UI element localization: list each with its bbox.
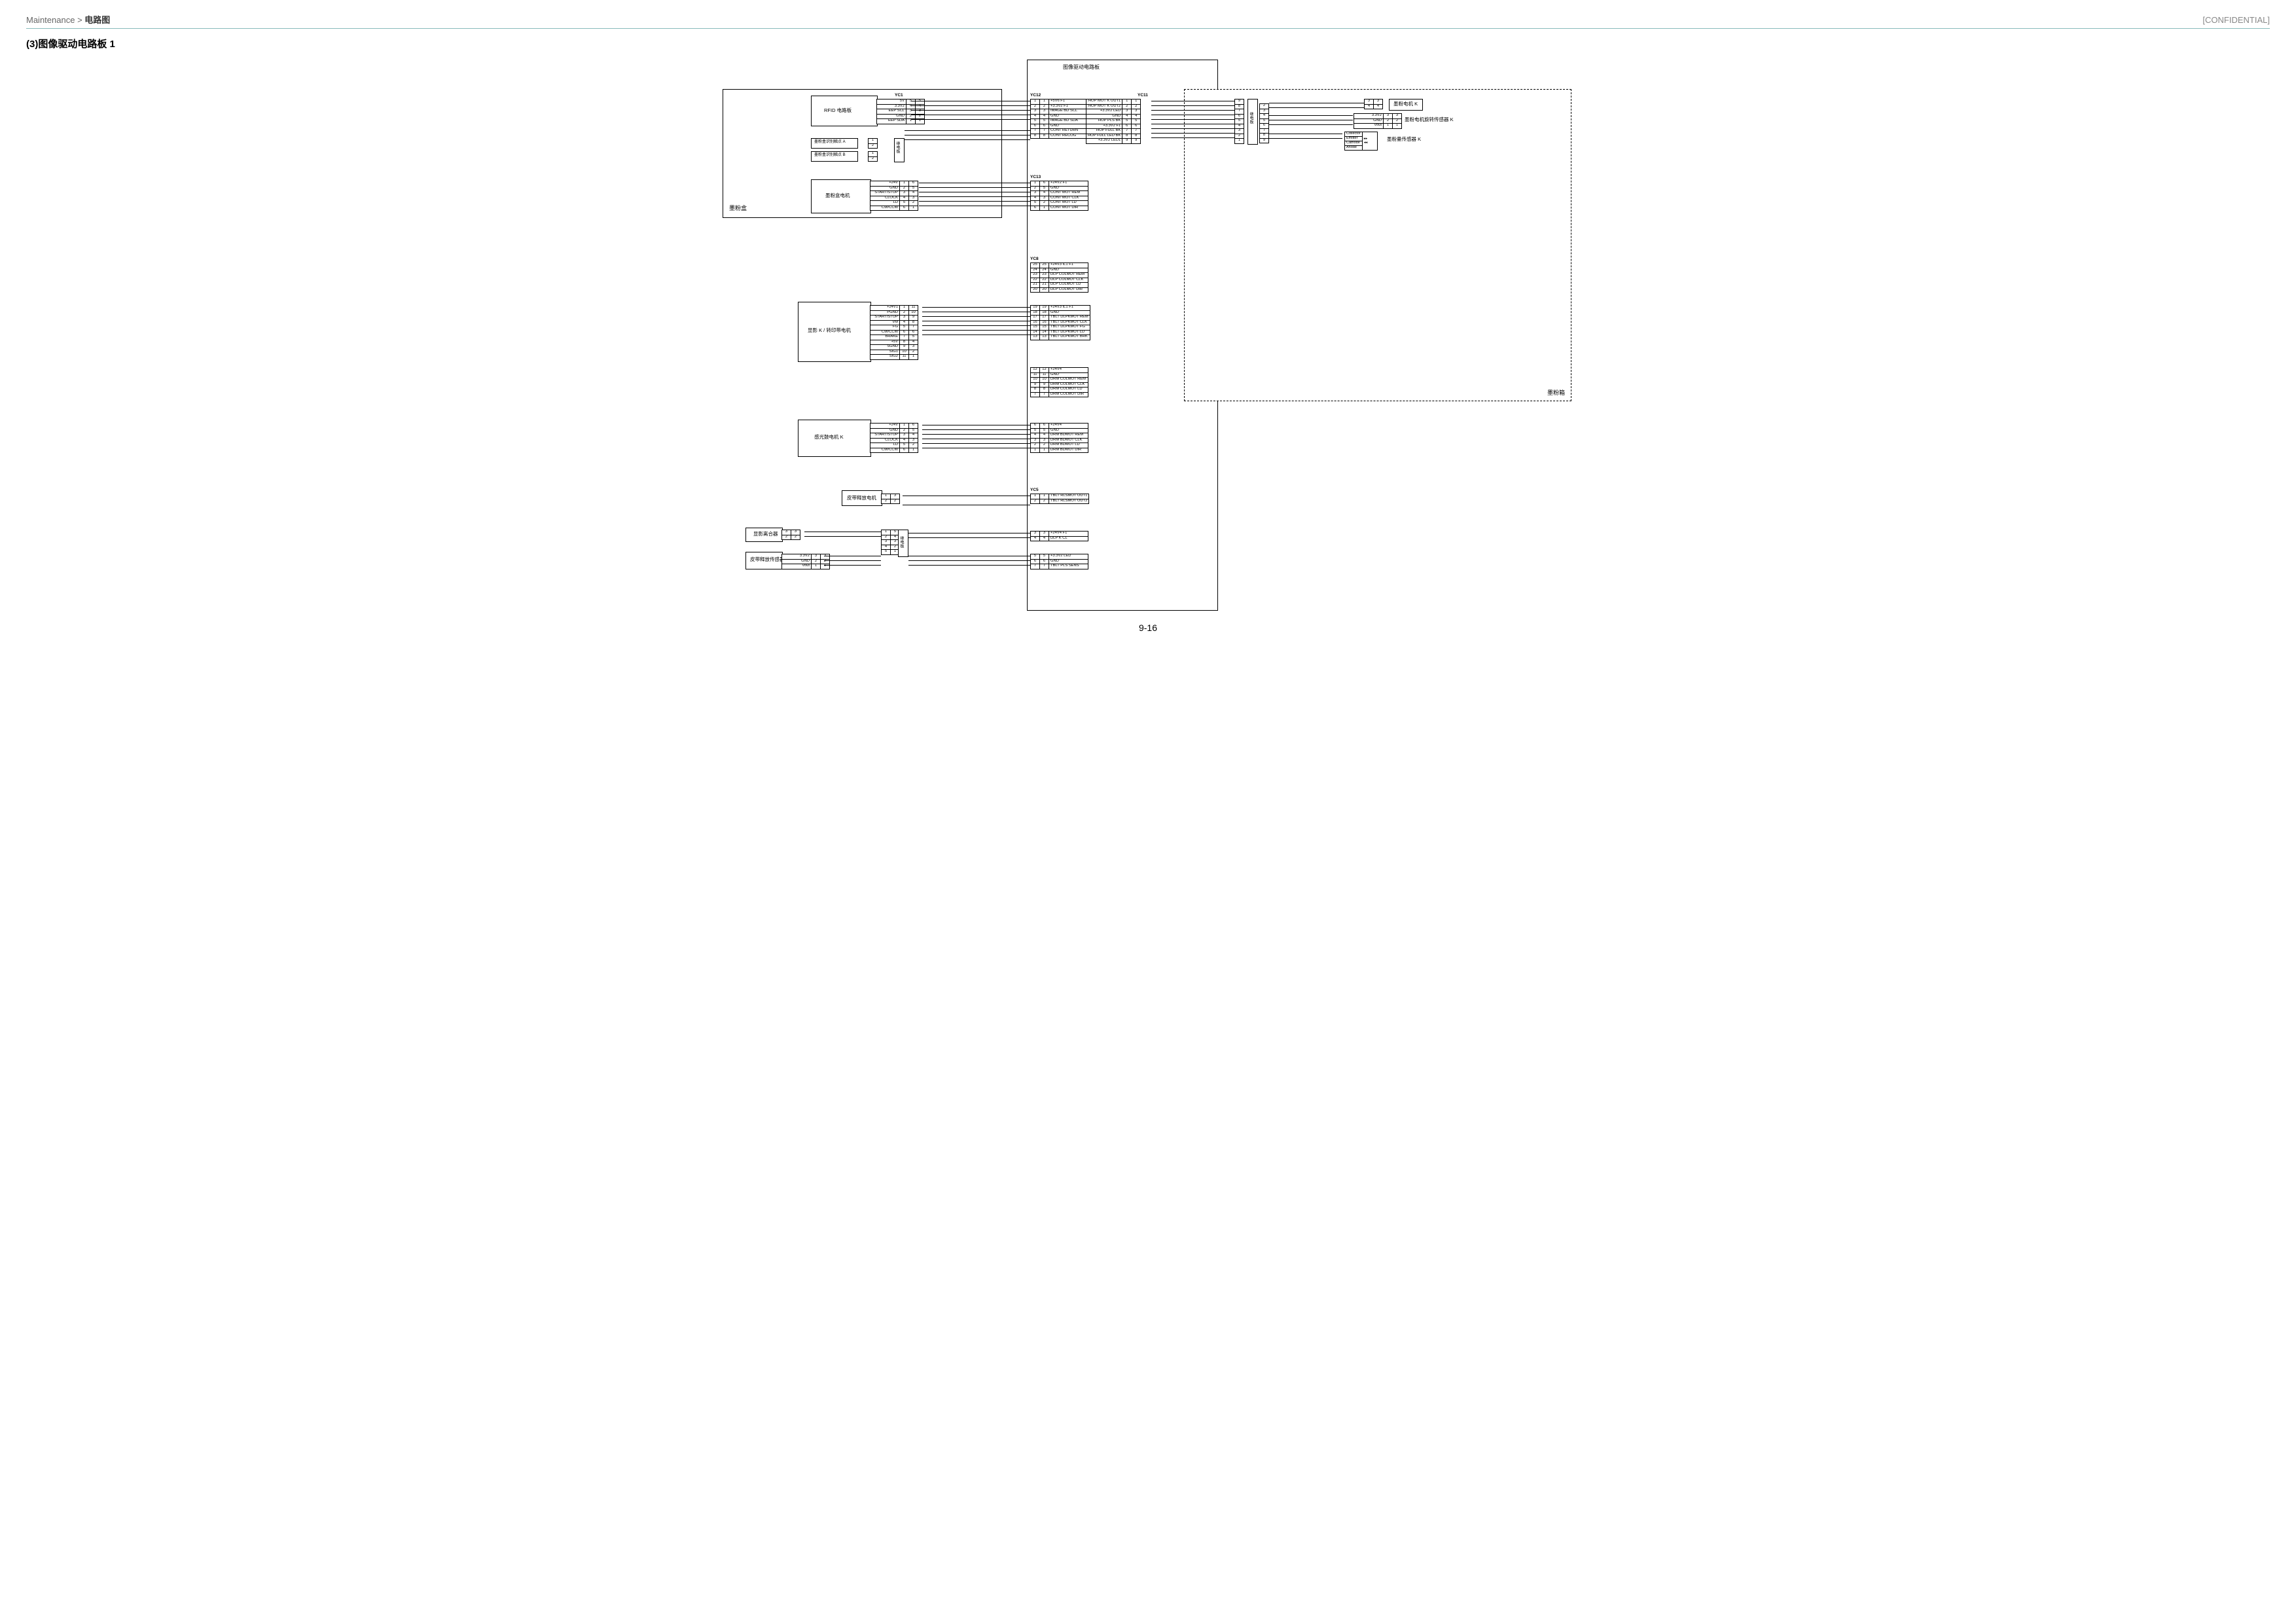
pin-table-left-relay: 1524334251 — [881, 530, 900, 555]
relay-right-label: 继电板 — [1249, 112, 1253, 124]
pin-table-yc8-g2: 1212+24V41111GND1010DRM COLMOT REM99DRM … — [1030, 367, 1088, 397]
toner-motor-label: 墨粉盒电机 — [825, 193, 850, 198]
pin-table-toner-motor: +24V16GND25START/STOP34CLOCK43LD52CW/CCW… — [870, 181, 918, 211]
rfid-pcb-label: RFID 电路板 — [824, 108, 852, 113]
confidential-label: [CONFIDENTIAL] — [2202, 15, 2270, 25]
pin-table-belt-release: 1322 — [881, 494, 900, 504]
conn-yc1-label: YC1 — [895, 94, 903, 98]
toner-rotation-sensor-k-label: 墨粉电机旋转传感器 K — [1405, 117, 1454, 122]
breadcrumb-parent: Maintenance — [26, 15, 75, 25]
pin-table-belt-sensor: 3.3V233GND22Vout11 — [781, 554, 830, 569]
toner-detect-b-label: 墨粉盒识别触点 B — [814, 153, 846, 157]
conn-yc12-label: YC12 — [1030, 94, 1041, 98]
pin-table-sensor-rot: 3.3V233GND22Vout11 — [1354, 113, 1402, 129]
dev-clutch-label: 显影离合器 — [753, 532, 778, 537]
circuit-diagram: 图像驱动电路板 墨粉盒 墨粉箱 RFID 电路板 YC1 5V553.3V244… — [696, 60, 1600, 609]
main-pcb-title: 图像驱动电路板 — [1063, 65, 1100, 70]
pin-table-yc12: 11+5V6 F122+3.3V2 F133IMAGE BD SCL44GND5… — [1030, 99, 1088, 139]
photo-diode-block: Collector▸▸◂◂ Emitter Cathode Anode — [1344, 132, 1378, 151]
page-number: 9-16 — [26, 623, 2270, 633]
pin-table-dev-transfer: +24V1111PGND210START/STOP39VM48FG57CW/CC… — [870, 305, 918, 360]
conn-yc13-label: YC13 — [1030, 175, 1041, 180]
relay-a-label: 继电板 — [895, 141, 899, 153]
pin-table-yc1: 5V553.3V244EEP SCL33GND22EEP SDA11 — [876, 99, 925, 124]
drum-motor-k-label: 感光鼓电机 K — [814, 435, 844, 440]
conn-yc11-label: YC11 — [1138, 94, 1148, 98]
conn-yc8-label: YC8 — [1030, 257, 1039, 262]
pin-table-detect-a: 12 — [868, 138, 878, 149]
belt-release-motor-label: 皮带释放电机 — [847, 496, 876, 501]
pin-table-yc5-g2: 55+3.3V2 LED66GND77TBLT PLS SENS — [1030, 554, 1088, 569]
pin-table-yc8-g0: 2525+24V3 IL1 F12424GND2323DLP COLMOT RE… — [1030, 262, 1088, 293]
dev-transfer-motor-label: 显影 K / 转印带电机 — [808, 328, 851, 333]
pin-table-right-relay-b: 23456789 — [1259, 103, 1269, 143]
pin-table-yc5-g1: 33+24V4 F144DLP K CL — [1030, 531, 1088, 541]
toner-detect-a-label: 墨粉盒识别触点 A — [814, 140, 846, 144]
pin-table-right-relay-a: 987654321 — [1234, 99, 1244, 144]
pin-table-dev-clutch: 3322 — [781, 530, 800, 540]
page-header: Maintenance > 电路图 [CONFIDENTIAL] — [26, 13, 2270, 29]
toner-amount-sensor-k-label: 墨粉量传感器 K — [1387, 137, 1421, 142]
toner-motor-k-label: 墨粉电机 K — [1393, 101, 1418, 107]
pin-table-drum-k: +24V16GND25START/STOP34CLOCK43LD52CW/CCW… — [870, 423, 918, 453]
toner-box-label: 墨粉箱 — [1547, 390, 1565, 396]
belt-release-sensor-label: 皮带释放传感器 — [750, 557, 785, 562]
pin-table-motor-k-l: 3344 — [1364, 99, 1383, 109]
conn-yc5-label: YC5 — [1030, 488, 1039, 493]
pin-table-yc11: HOP MOT K OUT111HOP MOT K OUT222+3.3V2 L… — [1086, 99, 1141, 144]
pin-table-yc8-g3: 66+24V455GND44DRM BDMOT REM33DRM BDMOT C… — [1030, 423, 1088, 453]
toner-container-label: 墨粉盒 — [729, 206, 747, 211]
breadcrumb: Maintenance > 电路图 — [26, 13, 110, 26]
relay-left-label: 继电板 — [899, 536, 903, 548]
pin-table-yc8-g1: 1919+24V3 IL1 F11818GND1717TBLT DLPKMOT … — [1030, 305, 1090, 340]
pin-table-detect-b: 12 — [868, 151, 878, 162]
pin-table-yc13: 16+24V2 F125GND34CONT MOT REM43CONT MOT … — [1030, 181, 1088, 211]
pin-table-yc5-g0: 11TBLT RLSMOT OUT122TBLT RLSMOT OUT2 — [1030, 494, 1089, 504]
section-title: (3)图像驱动电路板 1 — [26, 37, 2270, 50]
breadcrumb-current: 电路图 — [84, 15, 110, 25]
